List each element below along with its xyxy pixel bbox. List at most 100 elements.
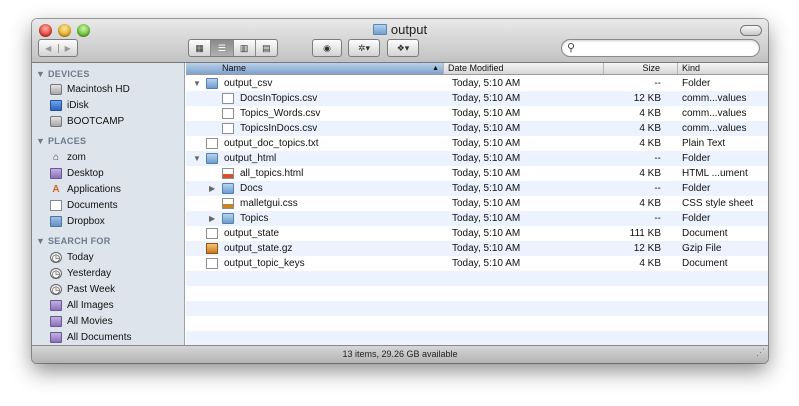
file-row[interactable]: malletgui.css Today, 5:10 AM 4 KB CSS style… — [186, 196, 768, 211]
file-row[interactable]: Topics_Words.csv Today, 5:10 AM 4 KB comm..… — [186, 106, 768, 121]
clock-icon: ◷ — [50, 252, 62, 264]
sidebar-item-idisk[interactable]: iDisk — [50, 98, 89, 113]
file-kind: Gzip File — [682, 243, 722, 254]
status-text: 13 items, 29.26 GB available — [342, 349, 458, 359]
sidebar-item-all-movies[interactable]: All Movies — [50, 314, 113, 329]
sidebar-item-all-documents[interactable]: All Documents — [50, 330, 131, 345]
sidebar-item-bootcamp[interactable]: BOOTCAMP — [50, 114, 124, 129]
file-kind: CSS style sheet — [682, 198, 754, 209]
file-name: TopicsInDocs.csv — [240, 123, 318, 134]
disclosure-triangle-icon[interactable]: ▶ — [209, 181, 219, 196]
action-menu-button[interactable]: ✲▾ — [348, 39, 380, 57]
file-name: output_doc_topics.txt — [224, 138, 319, 149]
sidebar-item-label: Applications — [67, 184, 121, 195]
dropbox-menu-button[interactable]: ❖▾ — [387, 39, 419, 57]
file-row[interactable]: ▶ Topics Today, 5:10 AM -- Folder — [186, 211, 768, 226]
file-row[interactable]: all_topics.html Today, 5:10 AM 4 KB HTML ..… — [186, 166, 768, 181]
file-row[interactable]: ▼ output_html Today, 5:10 AM -- Folder — [186, 151, 768, 166]
sidebar-item-yesterday[interactable]: ◷ Yesterday — [50, 266, 111, 281]
file-kind: comm...values — [682, 123, 747, 134]
file-date: Today, 5:10 AM — [452, 153, 521, 164]
sidebar-item-macintosh-hd[interactable]: Macintosh HD — [50, 82, 130, 97]
file-name: output_state.gz — [224, 243, 293, 254]
sidebar-item-past-week[interactable]: ◷ Past Week — [50, 282, 115, 297]
document-icon — [206, 258, 218, 269]
drive-icon — [50, 116, 62, 127]
archive-icon — [206, 243, 218, 254]
file-name: all_topics.html — [240, 168, 304, 179]
size-column-header[interactable]: Size — [604, 63, 678, 74]
forward-button[interactable]: ▶ — [57, 43, 78, 53]
file-row[interactable]: ▶ Docs Today, 5:10 AM -- Folder — [186, 181, 768, 196]
file-row[interactable]: output_topic_keys Today, 5:10 AM 4 KB Docum… — [186, 256, 768, 271]
file-row[interactable]: output_state Today, 5:10 AM 111 KB Document — [186, 226, 768, 241]
file-row[interactable]: output_state.gz Today, 5:10 AM 12 KB Gzip F… — [186, 241, 768, 256]
file-kind: Folder — [682, 78, 711, 89]
status-bar: 13 items, 29.26 GB available ⋰ — [32, 345, 768, 363]
search-for-header[interactable]: ▼ SEARCH FOR — [36, 236, 111, 246]
file-date: Today, 5:10 AM — [452, 78, 521, 89]
html-file-icon — [222, 168, 234, 179]
date-column-header[interactable]: Date Modified — [444, 63, 604, 74]
folder-icon — [372, 24, 387, 35]
sidebar-item-label: Documents — [67, 200, 118, 211]
file-name: output_topic_keys — [224, 258, 305, 269]
search-input[interactable] — [582, 41, 752, 55]
icon-view-button[interactable]: ▦ — [189, 40, 210, 56]
column-view-button[interactable]: ▥ — [232, 40, 255, 56]
idisk-icon — [50, 100, 62, 111]
search-field[interactable]: ⚲ — [561, 39, 760, 57]
file-row[interactable]: ▼ output_csv Today, 5:10 AM -- Folder — [186, 76, 768, 91]
file-kind: Document — [682, 258, 728, 269]
sidebar-item-label: Desktop — [67, 168, 104, 179]
sidebar-item-dropbox[interactable]: Dropbox — [50, 214, 105, 229]
window-title: output — [32, 22, 768, 37]
list-view-button[interactable]: ☰ — [210, 40, 233, 56]
sidebar-item-label: BOOTCAMP — [67, 116, 125, 127]
sidebar-item-all-images[interactable]: All Images — [50, 298, 114, 313]
file-kind: Folder — [682, 183, 711, 194]
document-icon — [50, 200, 62, 211]
file-date: Today, 5:10 AM — [452, 93, 521, 104]
folder-icon — [206, 78, 218, 89]
file-date: Today, 5:10 AM — [452, 258, 521, 269]
sidebar-item-label: Dropbox — [67, 216, 105, 227]
back-forward-control: ◀ ▶ — [38, 39, 78, 57]
column-label: Name — [222, 63, 247, 73]
name-column-header[interactable]: Name ▲ — [186, 63, 444, 74]
file-date: Today, 5:10 AM — [452, 168, 521, 179]
sidebar-item-label: zom — [67, 152, 86, 163]
file-kind: Document — [682, 228, 728, 239]
disclosure-triangle-icon[interactable]: ▼ — [193, 151, 203, 166]
file-kind: HTML ...ument — [682, 168, 748, 179]
sidebar-item-zom[interactable]: ⌂ zom — [50, 150, 86, 165]
file-date: Today, 5:10 AM — [452, 123, 521, 134]
quick-look-button[interactable]: ◉ — [312, 39, 342, 57]
file-kind: Folder — [682, 153, 711, 164]
folder-icon — [206, 153, 218, 164]
file-row[interactable]: DocsInTopics.csv Today, 5:10 AM 12 KB comm.… — [186, 91, 768, 106]
places-header[interactable]: ▼ PLACES — [36, 136, 86, 146]
sidebar-item-applications[interactable]: A Applications — [50, 182, 121, 197]
back-button[interactable]: ◀ — [39, 44, 58, 53]
disclosure-triangle-icon[interactable]: ▶ — [209, 211, 219, 226]
disclosure-triangle-icon[interactable]: ▼ — [193, 76, 203, 91]
desktop-icon — [50, 168, 62, 179]
file-name: output_html — [224, 153, 277, 164]
devices-header[interactable]: ▼ DEVICES — [36, 69, 90, 79]
sidebar-item-desktop[interactable]: Desktop — [50, 166, 104, 181]
file-row[interactable]: TopicsInDocs.csv Today, 5:10 AM 4 KB comm..… — [186, 121, 768, 136]
kind-column-header[interactable]: Kind — [678, 63, 768, 74]
toolbar-toggle-button[interactable] — [740, 25, 762, 36]
file-row[interactable]: output_doc_topics.txt Today, 5:10 AM 4 KB P… — [186, 136, 768, 151]
folder-icon — [50, 216, 62, 227]
sidebar-item-today[interactable]: ◷ Today — [50, 250, 94, 265]
file-name: Topics — [240, 213, 269, 224]
document-icon — [222, 93, 234, 104]
sidebar-item-documents[interactable]: Documents — [50, 198, 118, 213]
resize-grip-icon[interactable]: ⋰ — [756, 344, 765, 361]
window-title-text: output — [390, 22, 428, 37]
empty-row — [186, 271, 768, 286]
coverflow-view-button[interactable]: ▤ — [254, 40, 277, 56]
gear-icon: ✲▾ — [357, 42, 371, 53]
